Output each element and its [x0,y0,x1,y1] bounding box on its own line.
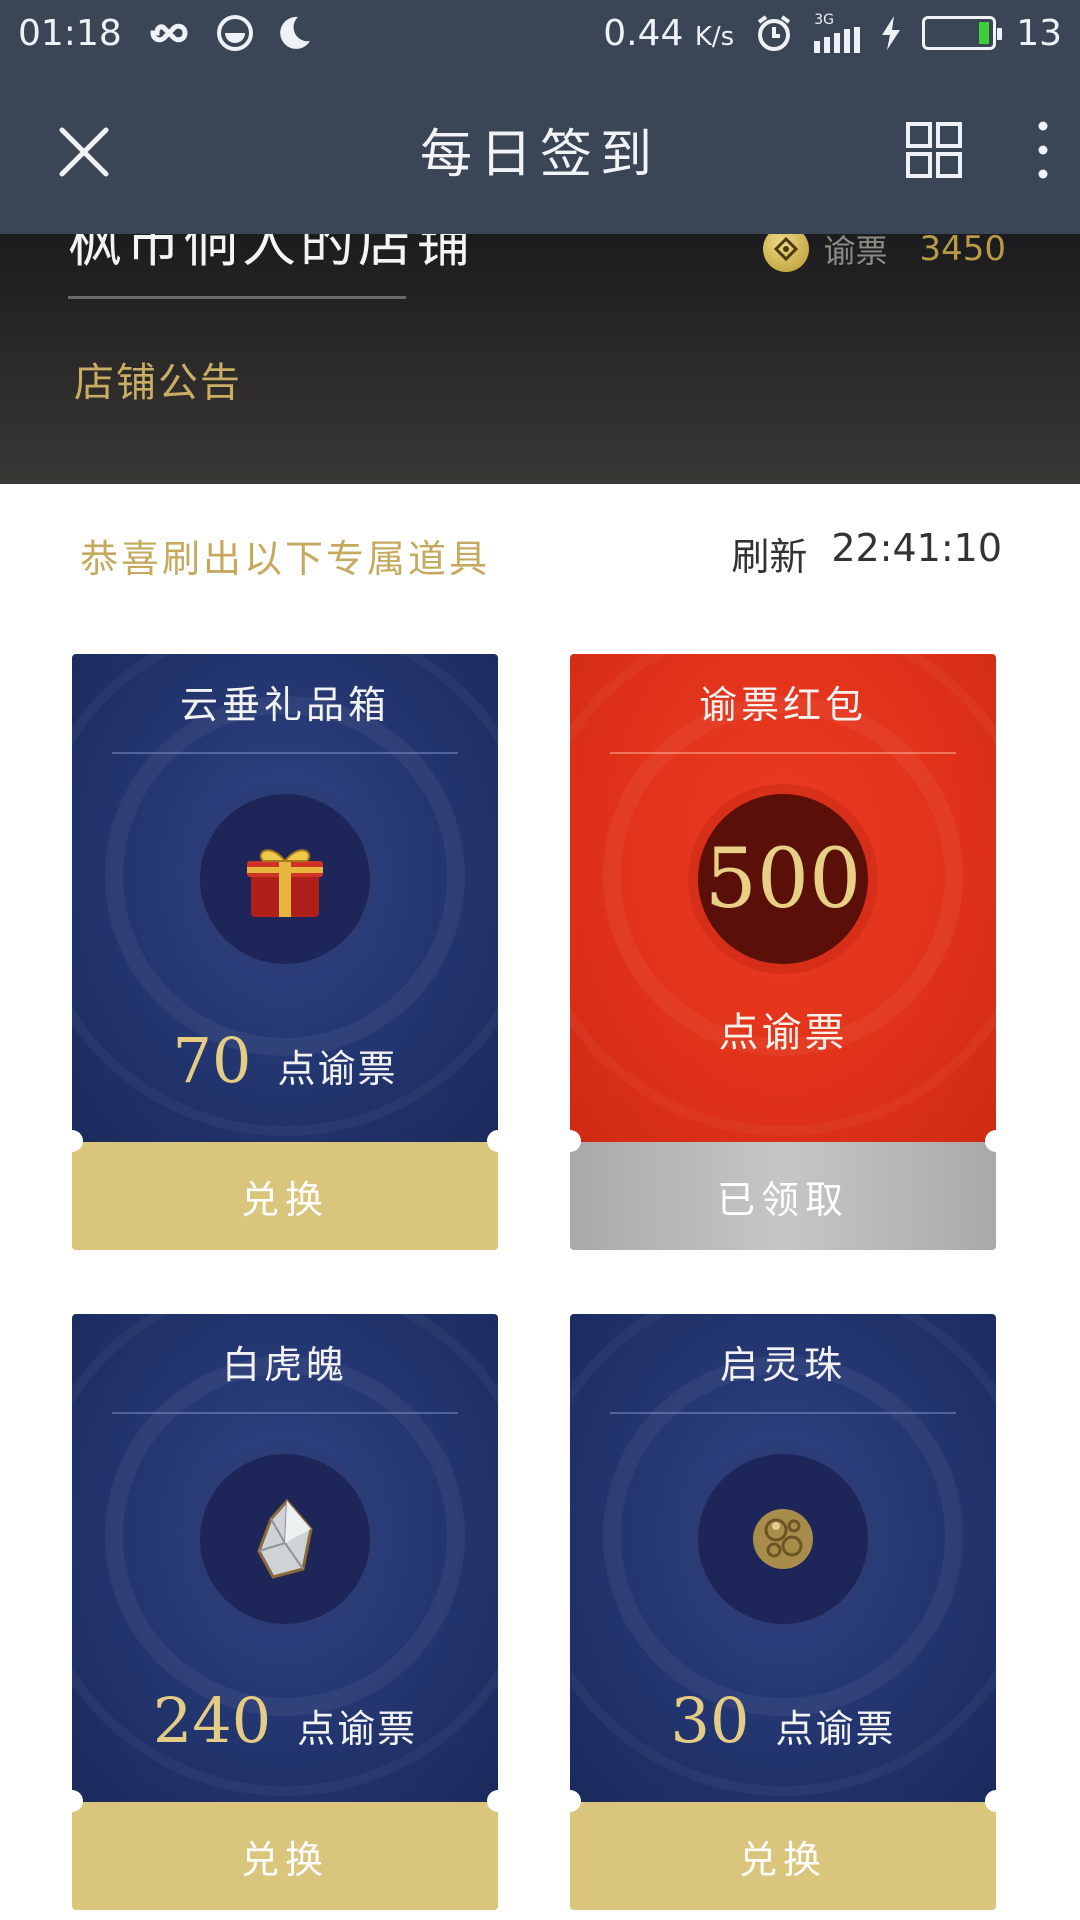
shop-notice-link[interactable]: 店铺公告 [74,350,242,408]
item-name: 谕票红包 [698,683,867,727]
item-name: 白虎魄 [221,1343,348,1387]
item-name: 云垂礼品箱 [179,683,390,727]
card-body: 启灵珠 30 点谕票 [570,1314,996,1802]
spirit-orb-icon [753,1509,813,1569]
item-card: 启灵珠 30 点谕票 兑换 [570,1314,996,1910]
exchange-button[interactable]: 兑换 [72,1802,498,1910]
card-body: 白虎魄 240 点谕票 [72,1314,498,1802]
browser-icon [216,14,254,52]
item-card: 谕票红包 500 点谕票 已领取 [570,654,996,1250]
currency-label: 谕票 [823,234,888,270]
divider [610,752,956,754]
battery-level: 13 [1016,12,1062,54]
refresh-timer: 刷新 22:41:10 [731,526,1002,581]
coin-icon [763,234,810,272]
price-unit: 点谕票 [277,1047,398,1091]
divider [112,1412,458,1414]
item-price: 240 点谕票 [72,1684,498,1757]
exchange-button[interactable]: 兑换 [72,1142,498,1250]
price-unit: 点谕票 [718,1010,848,1056]
crystal-shard-icon [257,1498,313,1579]
charging-icon [880,16,902,50]
refresh-time: 22:41:10 [831,526,1002,570]
price-unit: 点谕票 [775,1707,896,1751]
price-value: 240 [152,1684,272,1757]
item-image [200,794,370,964]
congrats-text: 恭喜刷出以下专属道具 [80,537,491,581]
price-value: 30 [670,1684,750,1757]
divider [112,752,458,754]
refresh-label: 刷新 [731,535,808,579]
currency-value: 3450 [919,234,1006,269]
price-unit: 点谕票 [297,1707,418,1751]
shop-banner: 枫市侗人的店铺 店铺公告 谕票 3450 [0,234,1080,484]
infinity-icon [144,18,194,48]
item-name: 启灵珠 [719,1343,846,1387]
item-card: 白虎魄 240 点谕票 兑换 [72,1314,498,1910]
card-body: 谕票红包 500 点谕票 [570,654,996,1142]
alarm-icon [754,13,794,53]
reward-panel: 恭喜刷出以下专属道具 刷新 22:41:10 云垂礼品箱 70 点谕票 兑换 谕… [0,484,1080,1920]
red-packet-amount-badge: 500 [698,794,868,964]
moon-icon [276,14,312,52]
more-vertical-icon [1038,121,1048,179]
divider [68,296,406,299]
gift-box-icon [247,849,323,917]
item-price: 30 点谕票 [570,1684,996,1757]
battery-icon [922,16,1003,50]
app-header: 每日签到 [0,66,1080,234]
item-price: 70 点谕票 [72,1024,498,1097]
item-image [698,1454,868,1624]
network-type: 3G [814,12,834,28]
claimed-button[interactable]: 已领取 [570,1142,996,1250]
item-image [200,1454,370,1624]
card-body: 云垂礼品箱 70 点谕票 [72,654,498,1142]
currency-balance: 谕票 3450 [763,234,1006,272]
exchange-button[interactable]: 兑换 [570,1802,996,1910]
divider [610,1412,956,1414]
item-card: 云垂礼品箱 70 点谕票 兑换 [72,654,498,1250]
status-bar: 01:18 0.44 K/s 3G 13 [0,0,1080,66]
status-time: 01:18 [18,12,122,54]
red-packet-amount: 500 [704,831,862,927]
grid-button[interactable] [906,122,962,178]
shop-name: 枫市侗人的店铺 [68,234,474,274]
grid-icon [906,122,962,178]
net-speed: 0.44 K/s [603,12,735,54]
price-value: 70 [172,1024,252,1097]
signal-icon: 3G [814,12,861,53]
more-button[interactable] [1030,118,1056,182]
